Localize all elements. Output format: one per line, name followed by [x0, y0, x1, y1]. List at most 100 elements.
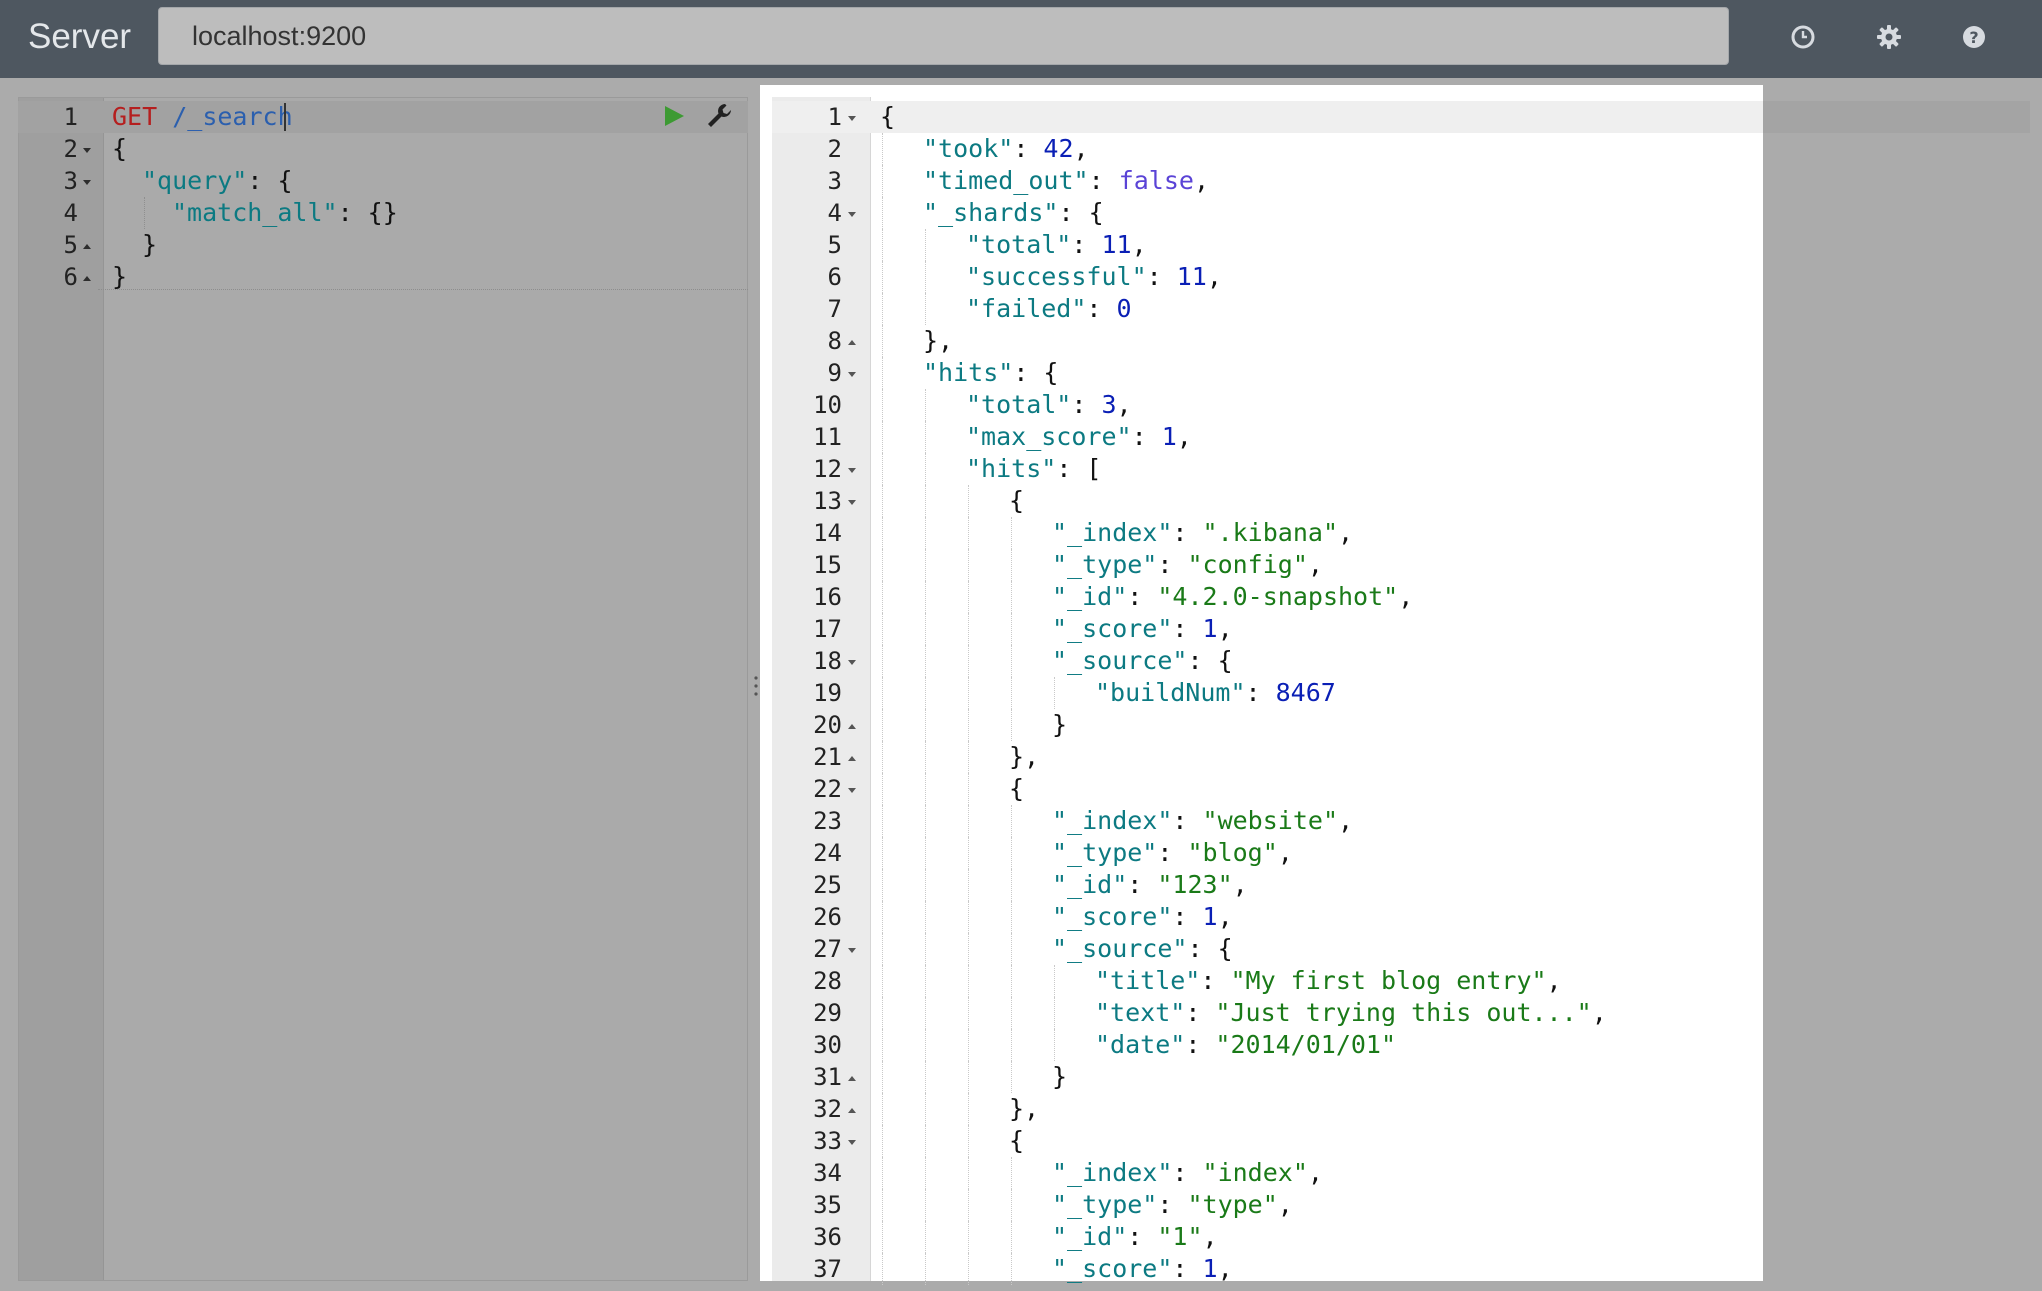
- code-line[interactable]: "timed_out": false,: [923, 165, 1209, 197]
- code-line[interactable]: "_type": "blog",: [1052, 837, 1293, 869]
- history-icon[interactable]: [1788, 22, 1818, 52]
- code-token: GET: [112, 102, 158, 131]
- fold-up-icon[interactable]: [81, 240, 93, 252]
- line-number: 34: [813, 1159, 842, 1187]
- server-url-input[interactable]: [158, 7, 1729, 65]
- code-line[interactable]: "_source": {: [1052, 933, 1233, 965]
- code-line[interactable]: "title": "My first blog entry",: [1095, 965, 1562, 997]
- fold-down-icon[interactable]: [846, 112, 858, 124]
- code-line[interactable]: "_type": "config",: [1052, 549, 1323, 581]
- code-token: "_type": [1052, 550, 1158, 579]
- request-editor[interactable]: [18, 97, 748, 1281]
- code-token: :: [1013, 134, 1044, 163]
- indent-guide: [882, 261, 883, 293]
- code-line[interactable]: "date": "2014/01/01": [1095, 1029, 1396, 1061]
- code-line[interactable]: GET /_search: [112, 101, 293, 133]
- panel-resize-handle[interactable]: [754, 674, 758, 698]
- code-token: }: [1052, 710, 1068, 739]
- indent-guide: [925, 389, 926, 421]
- code-token: : {: [1187, 934, 1233, 963]
- code-line[interactable]: "match_all": {}: [172, 197, 398, 229]
- fold-up-icon[interactable]: [81, 272, 93, 284]
- code-token: ,: [1398, 582, 1414, 611]
- code-line[interactable]: "_id": "4.2.0-snapshot",: [1052, 581, 1413, 613]
- fold-down-icon[interactable]: [81, 144, 93, 156]
- line-number: 17: [813, 615, 842, 643]
- code-line[interactable]: "hits": {: [923, 357, 1058, 389]
- code-line[interactable]: "_id": "123",: [1052, 869, 1248, 901]
- code-line[interactable]: {: [1009, 1125, 1024, 1157]
- code-line[interactable]: },: [1009, 741, 1039, 773]
- fold-down-icon[interactable]: [846, 208, 858, 220]
- wrench-icon[interactable]: [705, 102, 733, 130]
- code-line[interactable]: }: [1052, 709, 1067, 741]
- code-line[interactable]: "_type": "type",: [1052, 1189, 1293, 1221]
- code-line[interactable]: "_score": 1,: [1052, 901, 1233, 933]
- fold-down-icon[interactable]: [81, 176, 93, 188]
- indent-guide: [1011, 517, 1012, 549]
- code-line[interactable]: "_index": "index",: [1052, 1157, 1323, 1189]
- code-line[interactable]: {: [880, 101, 895, 133]
- indent-guide: [968, 869, 969, 901]
- fold-down-icon[interactable]: [846, 464, 858, 476]
- top-bar: Server ?: [0, 0, 2042, 78]
- settings-icon[interactable]: [1874, 22, 1904, 52]
- code-line[interactable]: {: [1009, 773, 1024, 805]
- code-line[interactable]: "_index": ".kibana",: [1052, 517, 1353, 549]
- code-line[interactable]: "_index": "website",: [1052, 805, 1353, 837]
- indent-guide: [968, 1061, 969, 1093]
- indent-guide: [882, 773, 883, 805]
- help-icon[interactable]: ?: [1959, 22, 1989, 52]
- fold-down-icon[interactable]: [846, 368, 858, 380]
- fold-up-icon[interactable]: [846, 1104, 858, 1116]
- fold-down-icon[interactable]: [846, 784, 858, 796]
- fold-down-icon[interactable]: [846, 656, 858, 668]
- fold-down-icon[interactable]: [846, 944, 858, 956]
- code-token: "_source": [1052, 646, 1188, 675]
- code-line[interactable]: "failed": 0: [966, 293, 1132, 325]
- run-request-icon[interactable]: [661, 103, 687, 129]
- code-token: :: [1131, 422, 1162, 451]
- indent-guide: [882, 837, 883, 869]
- line-number: 33: [813, 1127, 842, 1155]
- code-line[interactable]: }: [142, 229, 157, 261]
- code-line[interactable]: "buildNum": 8467: [1095, 677, 1336, 709]
- code-line[interactable]: "text": "Just trying this out...",: [1095, 997, 1607, 1029]
- indent-guide: [968, 709, 969, 741]
- code-token: "blog": [1187, 838, 1278, 867]
- fold-down-icon[interactable]: [846, 496, 858, 508]
- fold-down-icon[interactable]: [846, 1136, 858, 1148]
- code-token: "_type": [1052, 1190, 1158, 1219]
- line-number: 1: [827, 103, 842, 131]
- code-line[interactable]: },: [1009, 1093, 1039, 1125]
- indent-guide: [968, 901, 969, 933]
- line-number: 26: [813, 903, 842, 931]
- code-line[interactable]: "total": 3,: [966, 389, 1132, 421]
- code-line[interactable]: },: [923, 325, 953, 357]
- code-line[interactable]: "took": 42,: [923, 133, 1089, 165]
- code-line[interactable]: }: [1052, 1061, 1067, 1093]
- fold-up-icon[interactable]: [846, 752, 858, 764]
- code-line[interactable]: "_score": 1,: [1052, 1253, 1233, 1285]
- code-line[interactable]: "_score": 1,: [1052, 613, 1233, 645]
- code-line[interactable]: "max_score": 1,: [966, 421, 1192, 453]
- fold-up-icon[interactable]: [846, 336, 858, 348]
- code-token: "hits": [966, 454, 1057, 483]
- code-line[interactable]: "query": {: [142, 165, 293, 197]
- indent-guide: [968, 1253, 969, 1285]
- code-line[interactable]: {: [1009, 485, 1024, 517]
- code-token: "_source": [1052, 934, 1188, 963]
- code-line[interactable]: {: [112, 133, 127, 165]
- line-number: 13: [813, 487, 842, 515]
- fold-up-icon[interactable]: [846, 720, 858, 732]
- fold-up-icon[interactable]: [846, 1072, 858, 1084]
- code-line[interactable]: "hits": [: [966, 453, 1101, 485]
- code-token: "title": [1095, 966, 1201, 995]
- code-line[interactable]: "total": 11,: [966, 229, 1147, 261]
- code-token: "website": [1202, 806, 1338, 835]
- code-line[interactable]: "_id": "1",: [1052, 1221, 1218, 1253]
- code-line[interactable]: "successful": 11,: [966, 261, 1222, 293]
- code-line[interactable]: "_shards": {: [923, 197, 1104, 229]
- indent-guide: [882, 549, 883, 581]
- code-line[interactable]: "_source": {: [1052, 645, 1233, 677]
